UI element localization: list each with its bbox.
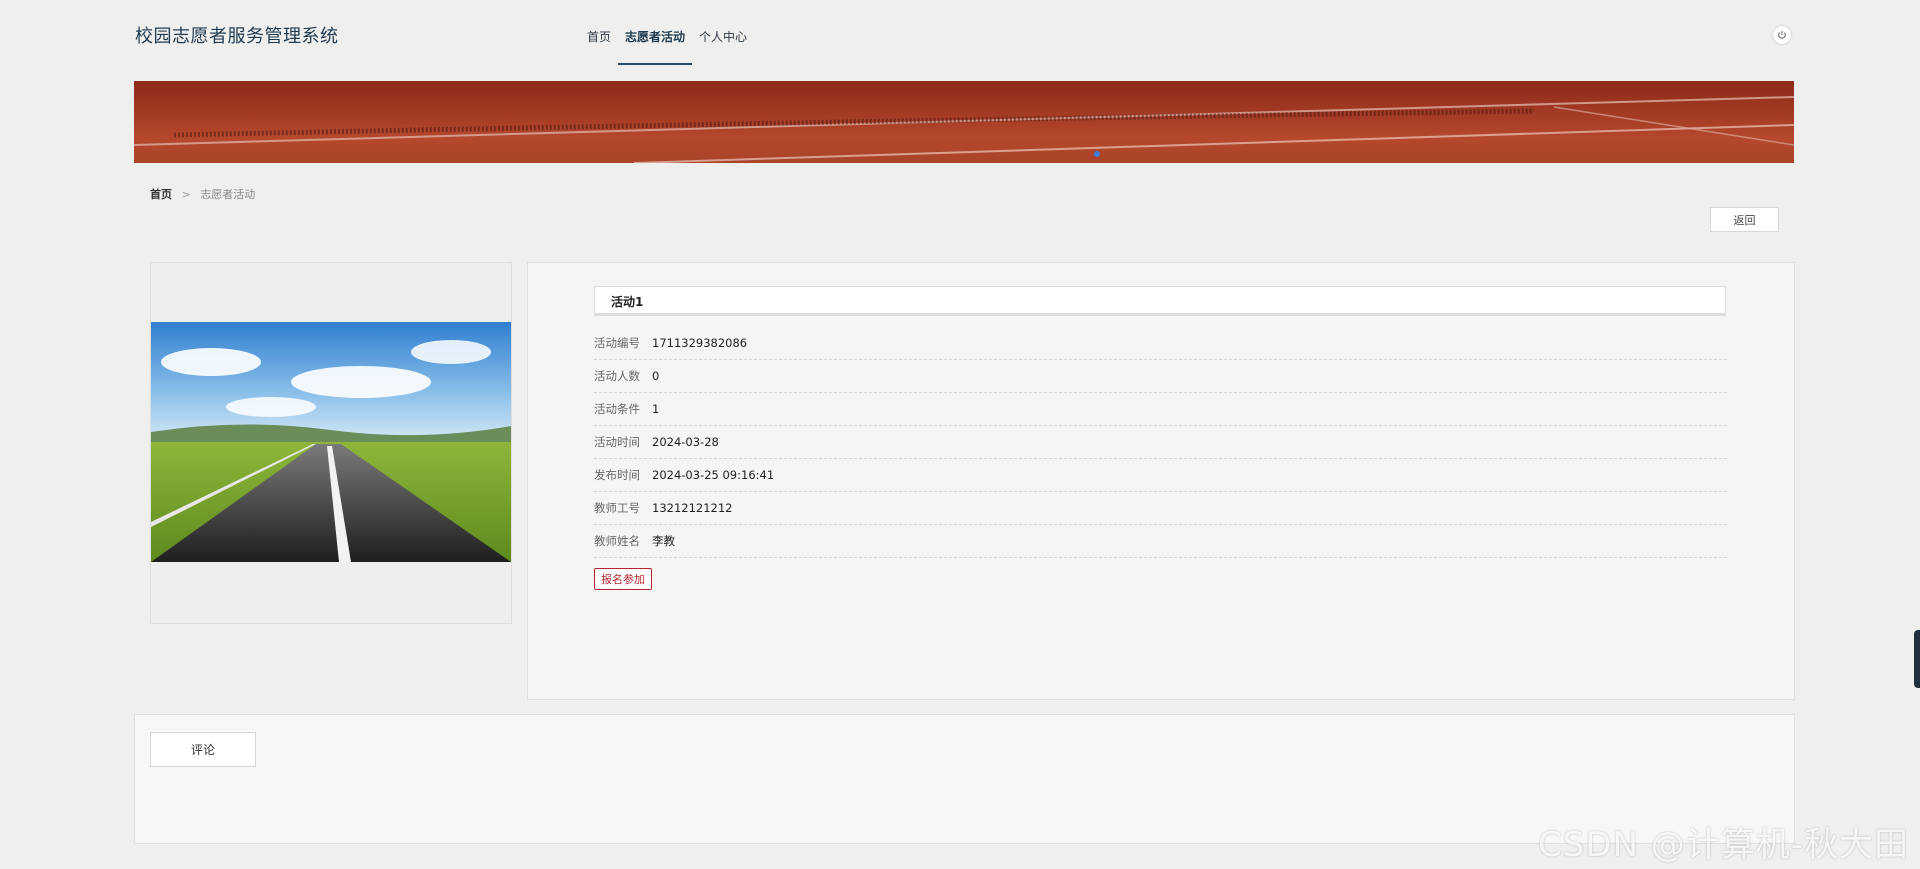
- detail-row-teacher-name: 教师姓名 李教: [594, 525, 1727, 558]
- detail-row-publish-time: 发布时间 2024-03-25 09:16:41: [594, 459, 1727, 492]
- activity-detail-list: 活动编号 1711329382086 活动人数 0 活动条件 1 活动时间 20…: [594, 327, 1727, 558]
- detail-label: 活动编号: [594, 336, 640, 350]
- watermark: CSDN @计算机-秋大田: [1538, 825, 1910, 865]
- banner-carousel: [134, 81, 1794, 163]
- running-track-image: [134, 96, 1794, 163]
- detail-label: 活动时间: [594, 435, 640, 449]
- detail-value: 2024-03-28: [652, 435, 719, 449]
- power-icon: [1778, 31, 1786, 39]
- breadcrumb-separator: >: [181, 188, 191, 201]
- detail-value: 李教: [652, 534, 675, 548]
- activity-cover-image: [151, 322, 511, 562]
- detail-label: 发布时间: [594, 468, 640, 482]
- carousel-indicator[interactable]: [1094, 151, 1100, 157]
- breadcrumb-home[interactable]: 首页: [150, 188, 172, 201]
- side-drawer-handle[interactable]: [1914, 630, 1920, 688]
- breadcrumb: 首页 > 志愿者活动: [150, 186, 255, 202]
- detail-label: 活动人数: [594, 369, 640, 383]
- comment-tab[interactable]: 评论: [150, 732, 256, 767]
- detail-row-activity-time: 活动时间 2024-03-28: [594, 426, 1727, 459]
- detail-label: 活动条件: [594, 402, 640, 416]
- nav-personal-center[interactable]: 个人中心: [692, 20, 754, 65]
- activity-details-panel: 活动1 活动编号 1711329382086 活动人数 0 活动条件 1 活动时…: [527, 262, 1795, 700]
- activity-title: 活动1: [594, 286, 1726, 316]
- nav-home[interactable]: 首页: [580, 20, 618, 65]
- detail-value: 2024-03-25 09:16:41: [652, 468, 775, 482]
- detail-value: 1711329382086: [652, 336, 748, 350]
- nav-volunteer-activity[interactable]: 志愿者活动: [618, 20, 693, 65]
- detail-value: 0: [652, 369, 660, 383]
- detail-row-conditions: 活动条件 1: [594, 393, 1727, 426]
- detail-label: 教师姓名: [594, 534, 640, 548]
- signup-button[interactable]: 报名参加: [594, 568, 652, 590]
- detail-value: 13212121212: [652, 501, 733, 515]
- detail-value: 1: [652, 402, 660, 416]
- detail-row-participant-count: 活动人数 0: [594, 360, 1727, 393]
- detail-label: 教师工号: [594, 501, 640, 515]
- breadcrumb-current: 志愿者活动: [200, 188, 256, 201]
- activity-image-panel: [150, 262, 512, 624]
- page: 校园志愿者服务管理系统 首页 志愿者活动 个人中心 首页 > 志愿者活动 返回: [0, 0, 1920, 869]
- power-button[interactable]: [1773, 26, 1791, 44]
- detail-row-teacher-id: 教师工号 13212121212: [594, 492, 1727, 525]
- site-title: 校园志愿者服务管理系统: [135, 26, 339, 47]
- detail-row-activity-number: 活动编号 1711329382086: [594, 327, 1727, 360]
- main-nav: 首页 志愿者活动 个人中心: [580, 20, 754, 65]
- back-button[interactable]: 返回: [1710, 207, 1779, 232]
